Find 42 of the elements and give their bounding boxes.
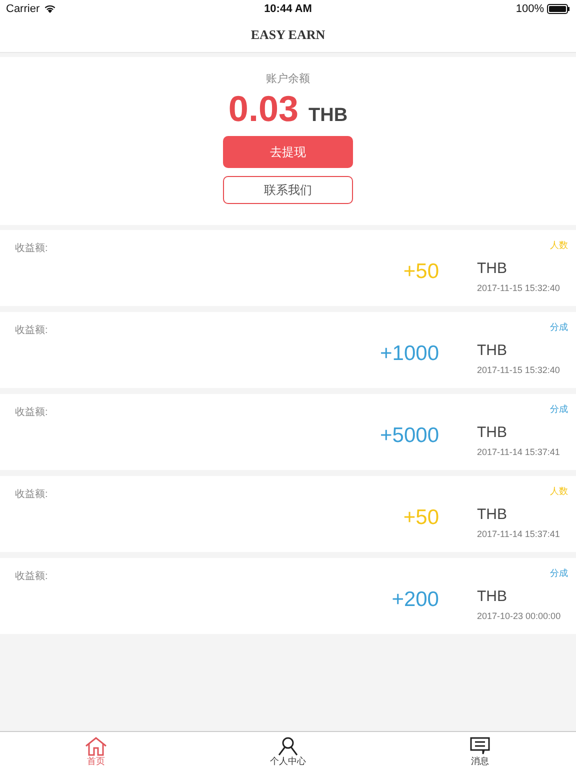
tab-bar-item[interactable]: 消息 (469, 737, 491, 767)
earnings-label: 收益额: (15, 488, 48, 501)
record-time: 2017-11-14 15:37:41 (477, 529, 561, 539)
earnings-label: 收益额: (15, 242, 48, 255)
earnings-label: 收益额: (15, 406, 48, 419)
tab-bar-item[interactable]: 首页 (85, 737, 107, 767)
record-type-tag: 分成 (550, 321, 568, 334)
currency-text: THB (477, 424, 508, 441)
record-time: 2017-11-14 15:37:41 (477, 447, 561, 457)
contact-button[interactable]: 联系我们 (223, 176, 353, 204)
earnings-label: 收益额: (15, 570, 48, 583)
earnings-amount: +1000 (379, 342, 439, 366)
currency-text: THB (477, 506, 508, 523)
wifi-icon (44, 4, 56, 13)
person-icon (278, 737, 298, 756)
earnings-amount: +50 (402, 506, 439, 530)
carrier-text: Carrier (6, 2, 40, 14)
balance-label: 账户余额 (266, 72, 310, 86)
battery-percent: 100% (516, 2, 544, 14)
currency-text: THB (477, 588, 508, 605)
message-icon (469, 737, 491, 756)
record-type-tag: 分成 (550, 403, 568, 416)
record-type-tag: 分成 (550, 567, 568, 580)
home-icon (85, 737, 107, 756)
withdraw-button[interactable]: 去提现 (223, 136, 353, 168)
app-title: EASY EARN (250, 26, 326, 42)
currency-text: THB (477, 260, 508, 277)
earnings-label: 收益额: (15, 324, 48, 337)
earnings-amount: +200 (390, 588, 439, 612)
earnings-amount: +50 (402, 260, 439, 284)
battery-icon (547, 4, 570, 14)
clock-text: 10:44 AM (264, 2, 312, 14)
tab-bar-item[interactable]: 个人中心 (270, 737, 306, 767)
record-time: 2017-10-23 00:00:00 (477, 611, 562, 621)
currency-text: THB (308, 105, 348, 127)
earnings-amount: +5000 (379, 424, 439, 448)
record-time: 2017-11-15 15:32:40 (477, 365, 561, 375)
record-type-tag: 人数 (550, 485, 568, 498)
currency-text: THB (477, 342, 508, 359)
record-type-tag: 人数 (550, 239, 568, 252)
balance-amount: 0.03 (228, 88, 298, 130)
record-time: 2017-11-15 15:32:40 (477, 283, 561, 293)
